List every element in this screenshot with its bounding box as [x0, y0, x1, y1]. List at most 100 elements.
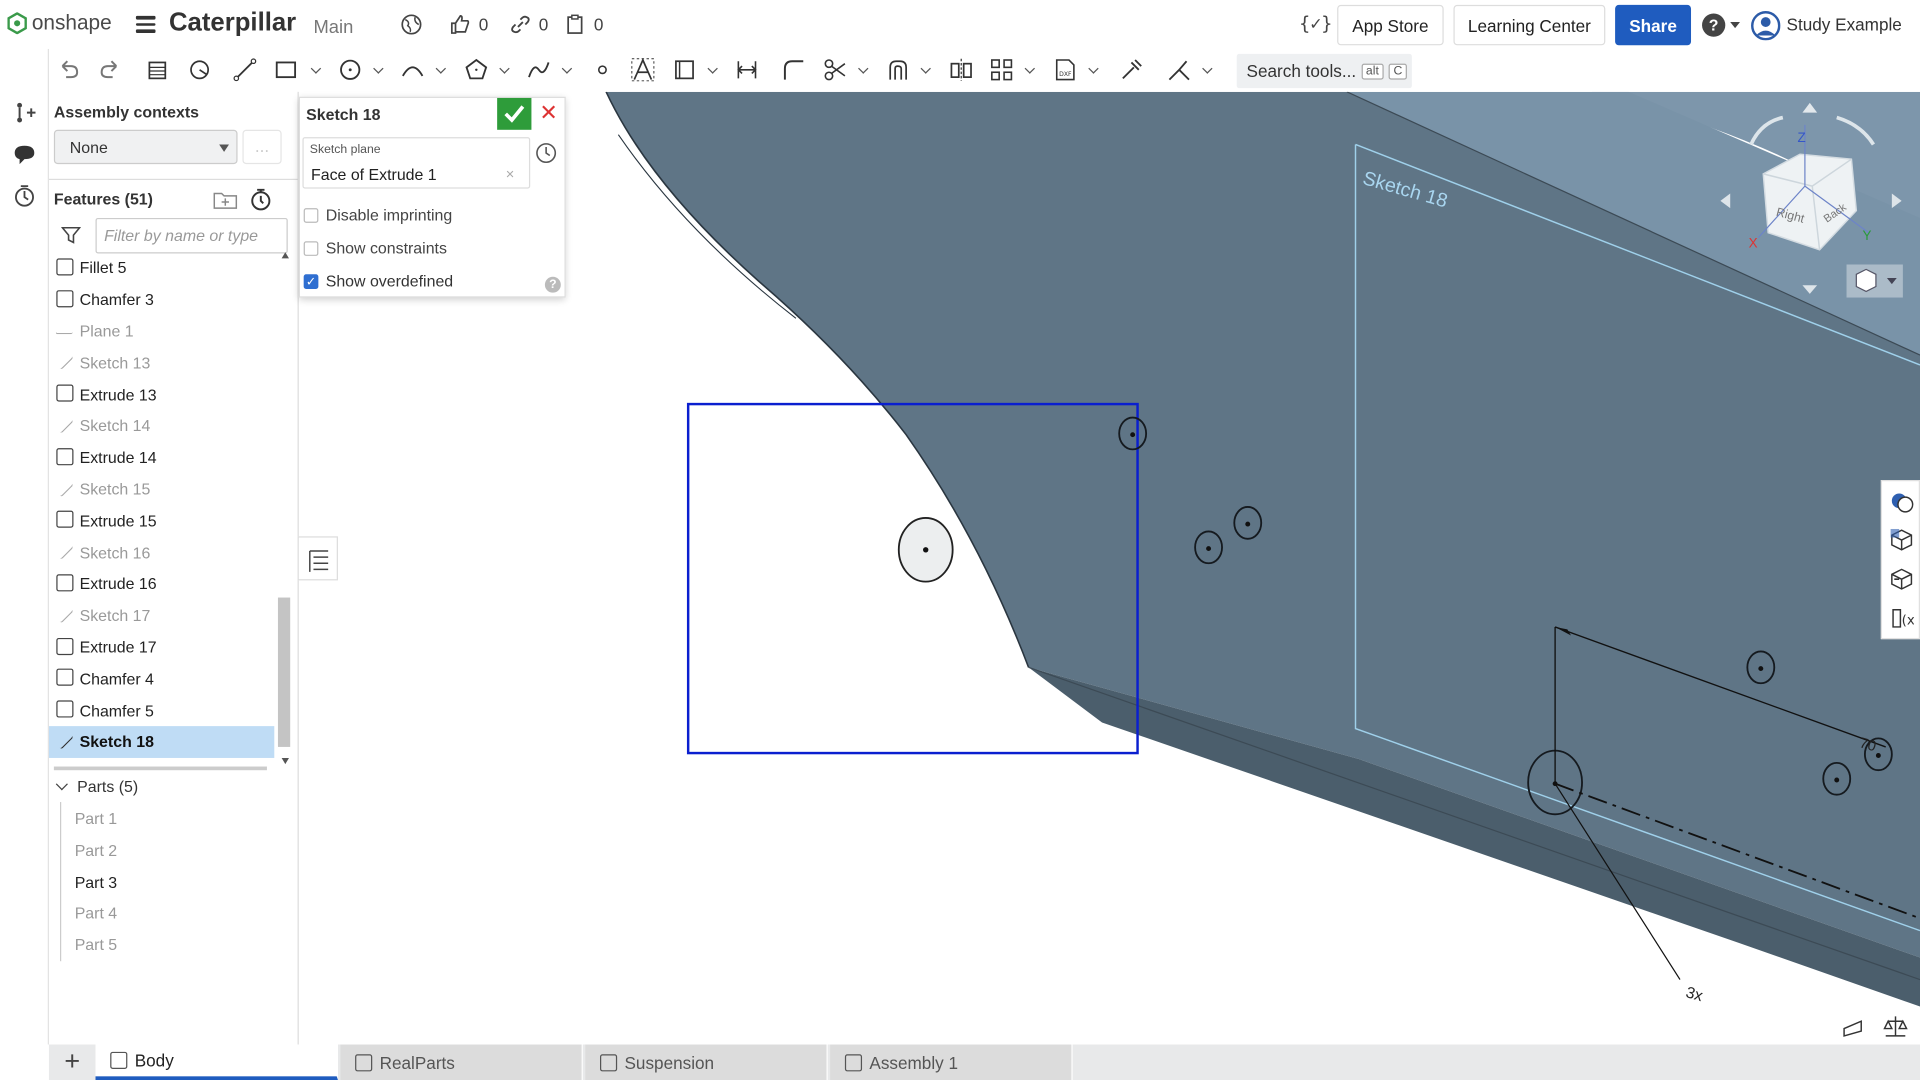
search-tools-placeholder: Search tools... [1246, 61, 1357, 81]
branch-name[interactable]: Main [313, 17, 353, 38]
feature-list-item[interactable]: Sketch 15 [49, 473, 274, 505]
hamburger-menu-icon[interactable] [135, 15, 156, 33]
feature-list-scrollbar[interactable] [277, 252, 291, 766]
dimension-tool-icon[interactable] [735, 58, 759, 82]
part-list-item[interactable]: Part 2 [49, 835, 294, 866]
section-view-icon[interactable] [1889, 528, 1913, 552]
tab-suspension[interactable]: Suspension [585, 1044, 828, 1080]
links-counter[interactable]: 0 [509, 13, 548, 35]
feature-list-item[interactable]: Extrude 16 [49, 568, 274, 600]
assembly-context-select[interactable]: None [53, 129, 238, 165]
spline-dropdown-icon[interactable] [561, 63, 573, 74]
part-studio-tab-icon [355, 1053, 373, 1071]
dxf-dropdown-icon[interactable] [1088, 63, 1099, 74]
part-list-item[interactable]: Part 5 [49, 929, 294, 960]
user-name[interactable]: Study Example [1787, 15, 1902, 35]
point-tool-icon[interactable] [590, 58, 614, 82]
comments-icon[interactable] [12, 142, 36, 166]
filter-icon[interactable] [61, 225, 81, 245]
feature-list-item[interactable]: Extrude 14 [49, 442, 274, 474]
mate-connector-icon[interactable] [1843, 1020, 1862, 1037]
appearance-icon[interactable] [1889, 489, 1914, 513]
measure-icon[interactable] [1883, 1016, 1908, 1037]
feature-list-item[interactable]: Sketch 17 [49, 600, 274, 632]
feature-label: Chamfer 5 [79, 701, 154, 720]
part-list-item[interactable]: Part 4 [49, 898, 294, 929]
arc-dropdown-icon[interactable] [435, 63, 447, 74]
circle-tool-icon[interactable] [338, 58, 362, 82]
line-tool-icon[interactable] [233, 58, 257, 82]
add-tab-button[interactable]: + [48, 1044, 96, 1080]
variables-icon[interactable]: (x) [1889, 606, 1914, 630]
share-button[interactable]: Share [1615, 4, 1692, 46]
pattern-tool-icon[interactable] [989, 58, 1013, 82]
rectangle-tool-icon[interactable] [274, 58, 298, 82]
feature-list-item[interactable]: Fillet 5 [49, 252, 274, 284]
tab-realparts[interactable]: RealParts [340, 1044, 583, 1080]
help-dropdown-icon[interactable] [1730, 22, 1741, 29]
featurescript-icon[interactable]: {✓} [1299, 12, 1332, 34]
feature-list-item[interactable]: Extrude 13 [49, 379, 274, 411]
version-history-icon[interactable] [12, 184, 36, 208]
part-list-item[interactable]: Part 1 [49, 803, 294, 834]
construction-tool-icon[interactable] [1167, 58, 1191, 82]
part-list-item[interactable]: Part 3 [49, 866, 294, 897]
circle-center-point[interactable] [923, 547, 929, 553]
rectangle-dropdown-icon[interactable] [310, 63, 322, 74]
offset-dropdown-icon[interactable] [920, 63, 931, 74]
trim-dropdown-icon[interactable] [858, 63, 869, 74]
app-store-button[interactable]: App Store [1337, 4, 1444, 46]
user-avatar-icon[interactable] [1751, 11, 1781, 41]
sketch-tool-extra-icon[interactable] [1119, 58, 1143, 82]
feature-list-item[interactable]: Sketch 14 [49, 410, 274, 442]
polygon-dropdown-icon[interactable] [499, 63, 510, 74]
feature-filter-input[interactable]: Filter by name or type [95, 217, 288, 254]
likes-counter[interactable]: 0 [449, 13, 488, 35]
arc-tool-icon[interactable] [400, 58, 424, 82]
search-tools-input[interactable]: Search tools... alt C [1236, 53, 1412, 89]
fillet-sketch-icon[interactable] [781, 58, 805, 82]
mirror-tool-icon[interactable] [949, 58, 973, 82]
projection-dropdown-icon[interactable] [707, 63, 718, 74]
learning-center-button[interactable]: Learning Center [1453, 4, 1606, 46]
offset-tool-icon[interactable] [885, 58, 909, 82]
3d-viewport[interactable]: Sketch 18 3x 70 Z Right Back X Y [299, 91, 1920, 1045]
assembly-context-more-button[interactable]: ... [242, 129, 282, 165]
rollback-timer-icon[interactable] [249, 187, 273, 211]
feature-list-item[interactable]: Plane 1 [49, 315, 274, 347]
feature-list-item[interactable]: Extrude 15 [49, 505, 274, 537]
redo-icon[interactable] [98, 58, 122, 82]
spline-tool-icon[interactable] [527, 58, 551, 82]
extrude-icon[interactable] [146, 58, 170, 82]
revolve-icon[interactable] [187, 58, 211, 82]
add-folder-icon[interactable] [213, 189, 238, 211]
horizontal-scrollbar[interactable] [53, 766, 267, 771]
trim-tool-icon[interactable] [823, 58, 847, 82]
tab-assembly-1[interactable]: Assembly 1 [830, 1044, 1073, 1080]
circle-dropdown-icon[interactable] [373, 63, 384, 74]
parts-header[interactable]: Parts (5) [54, 778, 138, 796]
insert-feature-icon[interactable] [12, 100, 36, 124]
text-tool-icon[interactable] [631, 57, 655, 82]
help-icon[interactable]: ? [1702, 13, 1726, 37]
feature-list-item[interactable]: Extrude 17 [49, 631, 274, 663]
feature-list-item[interactable]: Chamfer 4 [49, 663, 274, 695]
tab-body[interactable]: Body [95, 1044, 338, 1080]
feature-list-item[interactable]: Chamfer 5 [49, 694, 274, 726]
view-options-dropdown[interactable] [1846, 264, 1903, 298]
feature-list-item[interactable]: Sketch 13 [49, 347, 274, 379]
onshape-logo[interactable]: onshape [7, 11, 112, 35]
use-projection-icon[interactable] [672, 58, 696, 82]
feature-list-item[interactable]: Sketch 18 [48, 726, 275, 758]
feature-list-item[interactable]: Chamfer 3 [49, 284, 274, 316]
polygon-tool-icon[interactable] [464, 58, 488, 82]
pattern-dropdown-icon[interactable] [1024, 63, 1035, 74]
construction-dropdown-icon[interactable] [1202, 63, 1213, 74]
dxf-import-icon[interactable]: DXF [1053, 58, 1077, 82]
feature-list-item[interactable]: Sketch 16 [49, 537, 274, 569]
copies-counter[interactable]: 0 [564, 13, 603, 35]
globe-icon[interactable] [400, 13, 422, 35]
exploded-view-icon[interactable] [1889, 567, 1913, 591]
undo-icon[interactable] [56, 58, 80, 82]
document-title[interactable]: Caterpillar [169, 9, 296, 38]
